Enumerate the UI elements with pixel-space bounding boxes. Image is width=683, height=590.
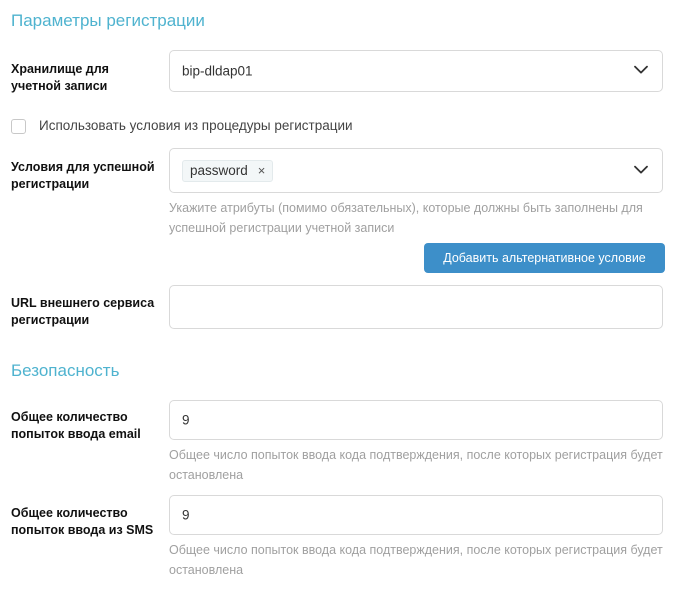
- use-conditions-checkbox[interactable]: [11, 119, 26, 134]
- sms-attempts-label: Общее количество попыток ввода из SMS: [11, 506, 154, 537]
- conditions-multiselect[interactable]: password ×: [169, 148, 663, 193]
- conditions-label: Условия для успешной регистрации: [11, 160, 155, 191]
- condition-tag: password ×: [182, 159, 274, 182]
- close-icon[interactable]: ×: [258, 163, 266, 178]
- email-attempts-hint: Общее число попыток ввода кода подтвержд…: [169, 448, 663, 482]
- security-section-title: Безопасность: [11, 361, 120, 380]
- storage-select-value: bip-dldap01: [182, 63, 253, 79]
- email-attempts-label: Общее количество попыток ввода email: [11, 410, 141, 441]
- external-url-label: URL внешнего сервиса регистрации: [11, 296, 155, 327]
- storage-label: Хранилище для учетной записи: [11, 62, 109, 93]
- sms-attempts-value: 9: [182, 507, 190, 523]
- registration-section-title: Параметры регистрации: [11, 11, 205, 30]
- condition-tag-label: password: [190, 162, 248, 178]
- sms-attempts-hint: Общее число попыток ввода кода подтвержд…: [169, 543, 663, 577]
- storage-select[interactable]: bip-dldap01: [169, 50, 663, 92]
- add-alternative-condition-button[interactable]: Добавить альтернативное условие: [424, 243, 665, 273]
- chevron-down-icon: [634, 65, 648, 74]
- sms-attempts-input[interactable]: 9: [169, 495, 663, 535]
- conditions-hint: Укажите атрибуты (помимо обязательных), …: [169, 201, 643, 235]
- external-url-input[interactable]: [169, 285, 663, 329]
- email-attempts-input[interactable]: 9: [169, 400, 663, 440]
- email-attempts-value: 9: [182, 412, 190, 428]
- chevron-down-icon: [634, 165, 648, 174]
- use-conditions-label: Использовать условия из процедуры регист…: [39, 118, 353, 133]
